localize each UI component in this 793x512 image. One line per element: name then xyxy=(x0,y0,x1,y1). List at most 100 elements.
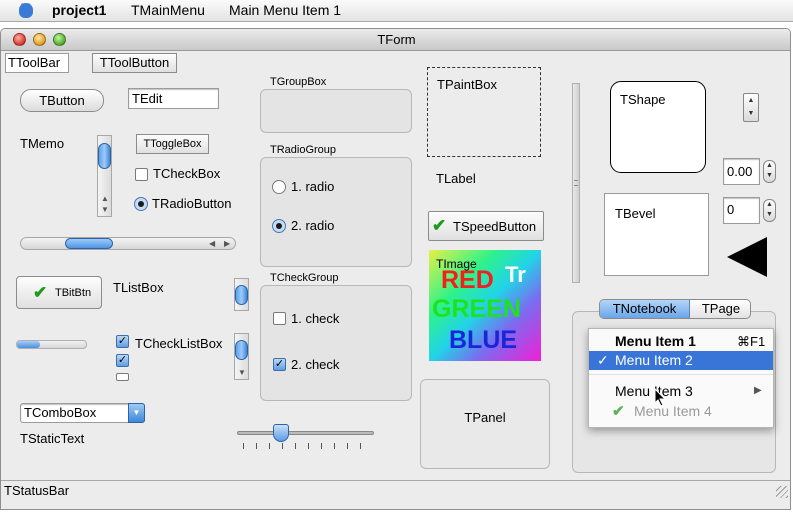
tshape-label: TShape xyxy=(620,92,666,107)
radiogroup-option-1-label[interactable]: 1. radio xyxy=(291,179,334,194)
trackbar-track xyxy=(237,431,374,435)
tbevel: TBevel xyxy=(604,193,709,276)
checkgroup-option-1-label[interactable]: 1. check xyxy=(291,311,339,326)
menu-separator xyxy=(589,374,773,375)
float-spin-edit[interactable]: 0.00 xyxy=(723,158,760,185)
checkgroup-option-1[interactable] xyxy=(273,312,286,325)
menu-item-1[interactable]: Menu Item 1 ⌘F1 xyxy=(589,332,773,351)
updown-stepper[interactable]: ▲ ▼ xyxy=(743,93,759,122)
trackbar-ticks xyxy=(243,443,371,449)
listbox-label: TListBox xyxy=(113,280,164,295)
trackbar-thumb[interactable] xyxy=(273,424,289,442)
timage-blue-text: BLUE xyxy=(449,326,518,354)
speedbutton-label: TSpeedButton xyxy=(453,219,537,234)
togglebox[interactable]: TToggleBox xyxy=(136,134,209,154)
groupbox xyxy=(260,89,412,133)
speedbutton[interactable]: ✔ TSpeedButton xyxy=(428,211,544,241)
title-bar: TForm xyxy=(1,29,790,51)
tshape: TShape xyxy=(610,81,706,173)
checkgroup: 1. check ✓ 2. check xyxy=(260,285,412,401)
checklistbox-scrollbar[interactable]: ▼ xyxy=(234,333,249,380)
listbox-scroll-thumb[interactable] xyxy=(235,285,248,305)
menu-item-4: ✔ Menu Item 4 xyxy=(589,402,773,421)
edit-field[interactable]: TEdit xyxy=(128,88,219,109)
apple-logo-icon xyxy=(19,3,33,18)
groupbox-caption: TGroupBox xyxy=(270,76,327,88)
form-window: TForm TToolBar TToolButton TButton TEdit… xyxy=(0,28,791,510)
checklistbox-item-1[interactable]: ✓ xyxy=(116,335,129,348)
popup-menu: Menu Item 1 ⌘F1 ✓ Menu Item 2 Menu Item … xyxy=(588,328,774,428)
scroll-down-arrow-icon[interactable]: ▼ xyxy=(101,206,109,214)
radiogroup-option-2-label[interactable]: 2. radio xyxy=(291,218,334,233)
menu-tmainmenu[interactable]: TMainMenu xyxy=(131,2,205,18)
float-spin-value: 0.00 xyxy=(727,164,753,179)
timage-red-text: RED xyxy=(441,266,494,294)
progress-bar xyxy=(16,340,87,349)
checkbox[interactable] xyxy=(135,168,148,181)
trackbar[interactable] xyxy=(237,424,374,457)
bitbtn[interactable]: ✔ TBitBtn xyxy=(16,276,102,309)
int-spin-stepper[interactable]: ▲ ▼ xyxy=(763,199,776,222)
window-title: TForm xyxy=(377,32,416,47)
hscroll-thumb[interactable] xyxy=(65,238,113,249)
checklistbox-item-3[interactable] xyxy=(116,373,129,381)
checkmark-icon: ✔ xyxy=(612,403,625,420)
checklist-scroll-thumb[interactable] xyxy=(235,340,248,360)
resize-grip-icon[interactable] xyxy=(776,486,788,498)
menu-item-1-shortcut: ⌘F1 xyxy=(737,334,766,349)
combobox[interactable]: TComboBox ▼ xyxy=(20,403,145,423)
radiobutton[interactable] xyxy=(134,197,148,211)
timage-logo-text: Tr xyxy=(505,262,526,287)
menu-item-1-label: Menu Item 1 xyxy=(615,333,696,349)
edit-field-value: TEdit xyxy=(132,91,163,106)
scroll-up-arrow-icon[interactable]: ▲ xyxy=(101,195,109,203)
checklistbox-item-2[interactable]: ✓ xyxy=(116,354,129,367)
checkmark-icon: ✓ xyxy=(597,352,609,368)
arrow-shape-icon xyxy=(727,237,767,277)
mouse-cursor-icon xyxy=(654,388,667,407)
tbevel-label: TBevel xyxy=(615,206,656,221)
int-spin-value: 0 xyxy=(727,202,735,217)
splitter[interactable] xyxy=(572,83,580,283)
menu-item-2[interactable]: ✓ Menu Item 2 xyxy=(589,351,773,370)
app-menu[interactable]: project1 xyxy=(52,2,106,18)
listbox-scrollbar[interactable] xyxy=(234,278,249,311)
scroll-down-arrow-icon[interactable]: ▼ xyxy=(238,369,246,377)
menu-main-menu-item-1[interactable]: Main Menu Item 1 xyxy=(229,2,341,18)
scroll-left-arrow-icon[interactable]: ◀ xyxy=(209,240,215,248)
togglebox-label: TToggleBox xyxy=(143,138,202,150)
tab-tnotebook[interactable]: TNotebook xyxy=(600,300,690,318)
notebook-tabs: TNotebook TPage xyxy=(599,299,751,319)
combobox-value: TComboBox xyxy=(24,405,97,420)
int-spin-edit[interactable]: 0 xyxy=(723,197,760,224)
radiogroup-option-2[interactable] xyxy=(272,219,286,233)
tpanel-label: TPanel xyxy=(464,410,506,425)
tab-tpage[interactable]: TPage xyxy=(691,300,750,318)
splitter-grip xyxy=(574,180,578,186)
checkgroup-option-2[interactable]: ✓ xyxy=(273,358,286,371)
memo-scroll-thumb[interactable] xyxy=(98,143,111,169)
horizontal-scrollbar[interactable]: ◀ ▶ xyxy=(20,237,236,250)
menu-item-3[interactable]: Menu Item 3 ▶ xyxy=(589,382,773,401)
radiogroup: 1. radio 2. radio xyxy=(260,157,412,267)
radiogroup-caption: TRadioGroup xyxy=(270,144,337,156)
status-bar-text: TStatusBar xyxy=(4,483,70,498)
checklistbox-label: TCheckListBox xyxy=(135,336,223,351)
toolbutton[interactable]: TToolButton xyxy=(92,53,177,73)
tbutton-label: TButton xyxy=(39,93,85,108)
status-bar: TStatusBar xyxy=(1,480,790,509)
bitbtn-label: TBitBtn xyxy=(55,287,92,299)
radiobutton-label[interactable]: TRadioButton xyxy=(152,196,232,211)
memo-scrollbar[interactable]: ▲ ▼ xyxy=(97,135,112,217)
checkgroup-option-2-label[interactable]: 2. check xyxy=(291,357,339,372)
memo-label: TMemo xyxy=(20,136,65,151)
checkbox-label[interactable]: TCheckBox xyxy=(153,166,220,181)
float-spin-stepper[interactable]: ▲ ▼ xyxy=(763,160,776,183)
tbutton[interactable]: TButton xyxy=(20,89,104,112)
scroll-right-arrow-icon[interactable]: ▶ xyxy=(224,240,230,248)
toolbar: TToolBar xyxy=(5,53,69,73)
combobox-dropdown-button[interactable]: ▼ xyxy=(128,403,145,423)
radiogroup-option-1[interactable] xyxy=(272,180,286,194)
checkmark-icon: ✔ xyxy=(432,216,447,235)
menu-bar:  project1 TMainMenu Main Menu Item 1 xyxy=(0,0,793,22)
